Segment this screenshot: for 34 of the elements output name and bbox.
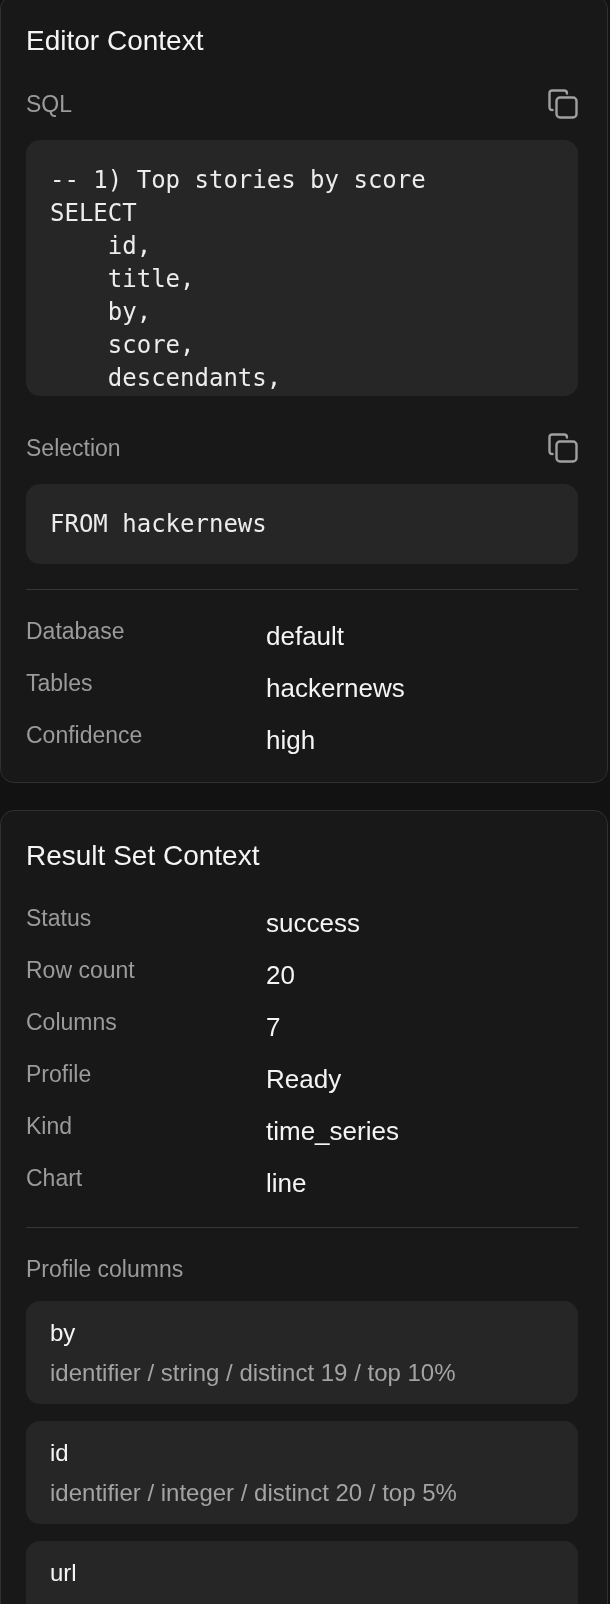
field-label: Database: [26, 617, 125, 645]
field-value: high: [266, 724, 316, 757]
field-value: Ready: [266, 1063, 342, 1096]
field-value: success: [266, 907, 360, 940]
field-label: Row count: [26, 956, 135, 984]
field-label: Status: [26, 904, 92, 932]
field-value: 20: [266, 959, 295, 992]
field-label: Kind: [26, 1112, 73, 1140]
copy-button[interactable]: [548, 89, 578, 119]
column-name: by: [50, 1319, 76, 1347]
field-label: Columns: [26, 1008, 117, 1036]
panel-title: Result Set Context: [26, 839, 261, 873]
column-details: identifier / integer / distinct 20 / top 5%: [50, 1479, 457, 1507]
field-label: Profile: [26, 1060, 92, 1088]
code-block: -- 1) Top stories by score SELECT id, title, by, score, descendants,: [26, 140, 578, 396]
section-label: Selection: [26, 434, 121, 462]
code-block: FROM hackernews: [26, 484, 578, 564]
panel-title: Editor Context: [26, 24, 205, 58]
field-label: Chart: [26, 1164, 83, 1192]
field-value: hackernews: [266, 672, 405, 705]
field-value: default: [266, 620, 345, 653]
field-label: Tables: [26, 669, 93, 697]
section-label: SQL: [26, 90, 73, 118]
field-value: time_series: [266, 1115, 399, 1148]
column-name: id: [50, 1439, 69, 1467]
field-value: line: [266, 1167, 307, 1200]
column-name: url: [50, 1559, 77, 1587]
copy-icon: [548, 89, 578, 119]
column-details: identifier / string / distinct 19 / top 10%: [50, 1359, 456, 1387]
copy-icon: [548, 433, 578, 463]
field-value: 7: [266, 1011, 281, 1044]
section-label: Profile columns: [26, 1255, 184, 1283]
copy-button[interactable]: [548, 433, 578, 463]
field-label: Confidence: [26, 721, 143, 749]
